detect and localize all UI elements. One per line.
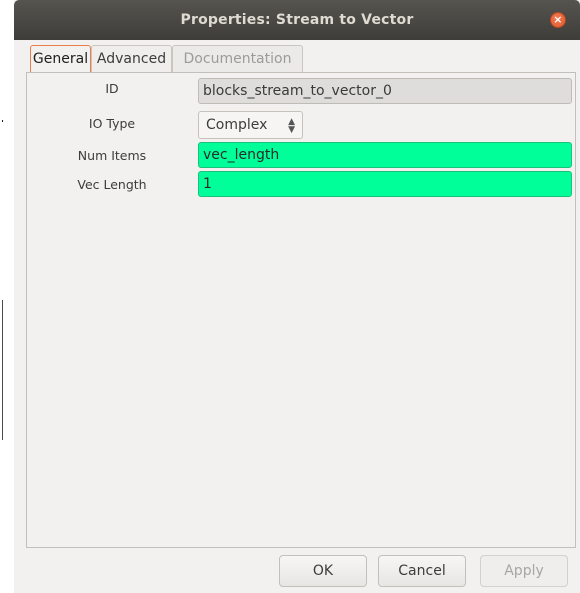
background-window-edge — [2, 300, 3, 440]
tab-general[interactable]: General — [30, 45, 91, 72]
io-type-label: IO Type — [88, 116, 136, 131]
ok-button[interactable]: OK — [279, 555, 367, 587]
id-field[interactable]: blocks_stream_to_vector_0 — [198, 78, 572, 104]
num-items-field[interactable]: vec_length — [198, 142, 572, 168]
cancel-button[interactable]: Cancel — [378, 555, 466, 587]
id-label: ID — [105, 81, 119, 96]
updown-arrows-icon: ▲ ▼ — [288, 117, 295, 135]
io-type-value: Complex — [206, 117, 268, 133]
tab-documentation[interactable]: Documentation — [172, 45, 303, 72]
vec-length-label: Vec Length — [77, 177, 147, 192]
vec-length-field[interactable]: 1 — [198, 171, 572, 197]
num-items-label: Num Items — [77, 148, 147, 163]
io-type-select[interactable]: Complex ▲ ▼ — [198, 111, 303, 139]
title-bar: Properties: Stream to Vector × — [14, 0, 580, 40]
tab-advanced[interactable]: Advanced — [91, 45, 172, 72]
apply-button[interactable]: Apply — [480, 555, 568, 587]
background-window-edge — [2, 120, 3, 122]
window-title: Properties: Stream to Vector — [180, 12, 414, 28]
close-icon[interactable]: × — [550, 12, 566, 28]
general-panel: ID blocks_stream_to_vector_0 IO Type Com… — [26, 72, 576, 548]
